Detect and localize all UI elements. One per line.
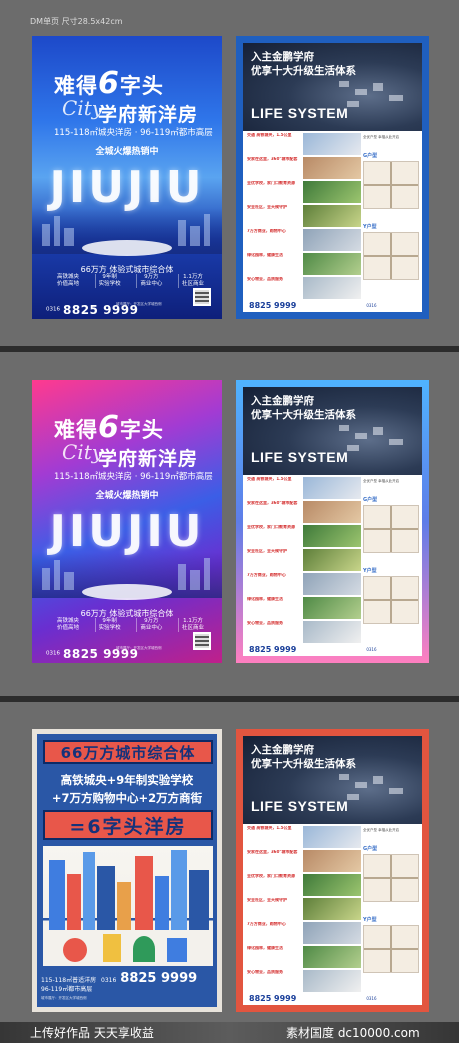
poster-hot: 全城火爆热销中 bbox=[95, 491, 159, 501]
floor-plan-image bbox=[363, 505, 419, 553]
back-headline-2: 优享十大升级生活体系 bbox=[251, 65, 356, 77]
feature-rows: 交通 高铁城央，1.5公里 安家在这里，360°城市配套 全优学校，家门口教育资… bbox=[247, 133, 363, 301]
feature-item: 9年制 实验学校 bbox=[94, 274, 121, 288]
feature-item: 高铁城央 价值高地 bbox=[57, 618, 80, 631]
list-item: 安家在这里，360°城市配套 bbox=[247, 850, 363, 872]
poster-hot: 全城火爆热销中 bbox=[95, 147, 159, 157]
life-system-title: LIFE SYSTEM bbox=[251, 105, 349, 121]
floor-plan-image bbox=[363, 161, 419, 209]
back-headline-2: 优享十大升级生活体系 bbox=[251, 758, 356, 770]
back-footer: 8825 9999 0316 bbox=[249, 993, 377, 1003]
city-illustration bbox=[43, 846, 213, 966]
feature-rows: 交通 高铁城央，1.5公里 安家在这里，360°城市配套 全优学校，家门口教育资… bbox=[247, 477, 363, 645]
back-footer: 8825 9999 0316 bbox=[249, 644, 377, 654]
poster-flat-front: 66万方城市综合体 高铁城央+9年制实验学校 +7万方购物中心+2万方商街 =6… bbox=[32, 729, 222, 1012]
feature-list: 高铁城央 价值高地 9年制 实验学校 9万方 商业中心 1.1万方 社区商业 bbox=[54, 274, 204, 288]
qr-code-icon bbox=[193, 288, 211, 306]
back-headline-1: 入主金鹏学府 bbox=[251, 744, 314, 756]
section-divider bbox=[0, 696, 459, 702]
address: 城市展厅：开发区大学城西侧 bbox=[116, 646, 162, 650]
address: 城市展厅：开发区大学城西侧 bbox=[116, 302, 162, 306]
slogan-line-2: +7万方购物中心+2万方商街 bbox=[51, 791, 203, 805]
list-item: 7万方商业，购物中心 bbox=[247, 573, 363, 595]
watermark-right: 素材国度 dc10000.com bbox=[286, 1026, 420, 1040]
floor-plan-image bbox=[363, 576, 419, 624]
stage-platform bbox=[82, 240, 172, 256]
floor-plan-image bbox=[363, 925, 419, 973]
floor-plans: 全优户型 幸福从此开启 G户型 Y户型 bbox=[363, 826, 419, 977]
list-item: 交通 高铁城央，1.5公里 bbox=[247, 477, 363, 499]
watermark-left: 上传好作品 天天享收益 bbox=[30, 1026, 154, 1040]
poster-subtitle: 学府新洋房 bbox=[98, 448, 199, 470]
poster-blue-front: 难得6字头 City 学府新洋房 115-118㎡城央洋房 · 96-119㎡都… bbox=[32, 36, 222, 319]
feature-item: 9万方 商业中心 bbox=[136, 274, 162, 288]
list-item: 安心物业，品质服务 bbox=[247, 621, 363, 643]
slogan-line-1: 高铁城央+9年制实验学校 bbox=[60, 773, 194, 787]
poster-script: City bbox=[62, 440, 104, 464]
poster-pink-front: 难得6字头 City 学府新洋房 115-118㎡城央洋房 · 96-119㎡都… bbox=[32, 380, 222, 663]
section-divider bbox=[0, 346, 459, 352]
list-item: 安心物业，品质服务 bbox=[247, 970, 363, 992]
list-item: 交通 高铁城央，1.5公里 bbox=[247, 826, 363, 848]
list-item: 安全社区，全天候守护 bbox=[247, 549, 363, 571]
phone-row: 0316 8825 9999 bbox=[101, 971, 198, 986]
back-footer: 8825 9999 0316 bbox=[249, 300, 377, 310]
back-headline-1: 入主金鹏学府 bbox=[251, 51, 314, 63]
list-item: 绿化园林，健康生活 bbox=[247, 597, 363, 619]
list-item: 安心物业，品质服务 bbox=[247, 277, 363, 299]
floor-plan-image bbox=[363, 232, 419, 280]
stage-platform bbox=[82, 584, 172, 600]
life-system-title: LIFE SYSTEM bbox=[251, 798, 349, 814]
feature-item: 9万方 商业中心 bbox=[136, 618, 162, 632]
list-item: 交通 高铁城央，1.5公里 bbox=[247, 133, 363, 155]
header-label: DM单页 尺寸28.5x42cm bbox=[30, 17, 123, 26]
poster-subtitle: 学府新洋房 bbox=[98, 104, 199, 126]
back-headline-2: 优享十大升级生活体系 bbox=[251, 409, 356, 421]
poster-gradient-back: 入主金鹏学府 优享十大升级生活体系 LIFE SYSTEM 交通 高铁城央，1.… bbox=[236, 380, 429, 663]
floor-plan-image bbox=[363, 854, 419, 902]
poster-jiu: JIUJIU bbox=[49, 506, 205, 557]
feature-list: 高铁城央 价值高地 9年制 实验学校 9万方 商业中心 1.1万方 社区商业 bbox=[54, 618, 204, 632]
list-item: 安家在这里，360°城市配套 bbox=[247, 501, 363, 523]
list-item: 安全社区，全天候守护 bbox=[247, 205, 363, 227]
list-item: 安家在这里，360°城市配套 bbox=[247, 157, 363, 179]
list-item: 全优学校，家门口教育资源 bbox=[247, 874, 363, 896]
poster-script: City bbox=[62, 96, 104, 120]
qr-code-icon bbox=[193, 632, 211, 650]
poster-red-back: 入主金鹏学府 优享十大升级生活体系 LIFE SYSTEM 交通 高铁城央，1.… bbox=[236, 729, 429, 1012]
list-item: 安全社区，全天候守护 bbox=[247, 898, 363, 920]
life-system-title: LIFE SYSTEM bbox=[251, 449, 349, 465]
list-item: 全优学校，家门口教育资源 bbox=[247, 525, 363, 547]
list-item: 7万方商业，购物中心 bbox=[247, 922, 363, 944]
banner-six: =6字头洋房 bbox=[43, 810, 213, 840]
feature-rows: 交通 高铁城央，1.5公里 安家在这里，360°城市配套 全优学校，家门口教育资… bbox=[247, 826, 363, 994]
floor-plans: 全优户型 幸福从此开启 G户型 Y户型 bbox=[363, 133, 419, 284]
list-item: 7万方商业，购物中心 bbox=[247, 229, 363, 251]
back-headline-1: 入主金鹏学府 bbox=[251, 395, 314, 407]
poster-area: 115-118㎡城央洋房 · 96-119㎡都市高层 bbox=[54, 472, 213, 482]
list-item: 绿化园林，健康生活 bbox=[247, 253, 363, 275]
poster-area: 115-118㎡城央洋房 · 96-119㎡都市高层 bbox=[54, 128, 213, 138]
list-item: 全优学校，家门口教育资源 bbox=[247, 181, 363, 203]
feature-item: 1.1万方 社区商业 bbox=[177, 274, 204, 288]
poster-jiu: JIUJIU bbox=[49, 162, 205, 213]
poster-blue-back: 入主金鹏学府 优享十大升级生活体系 LIFE SYSTEM 交通 高铁城央，1.… bbox=[236, 36, 429, 319]
banner-complex: 66万方城市综合体 bbox=[43, 740, 213, 764]
feature-item: 9年制 实验学校 bbox=[94, 618, 121, 632]
floor-plans: 全优户型 幸福从此开启 G户型 Y户型 bbox=[363, 477, 419, 628]
feature-item: 1.1万方 社区商业 bbox=[177, 618, 204, 632]
list-item: 绿化园林，健康生活 bbox=[247, 946, 363, 968]
flat-footer: 115-118㎡普适洋房 96-119㎡都市高层 0316 8825 9999 城… bbox=[41, 971, 215, 1001]
feature-item: 高铁城央 价值高地 bbox=[57, 274, 80, 287]
